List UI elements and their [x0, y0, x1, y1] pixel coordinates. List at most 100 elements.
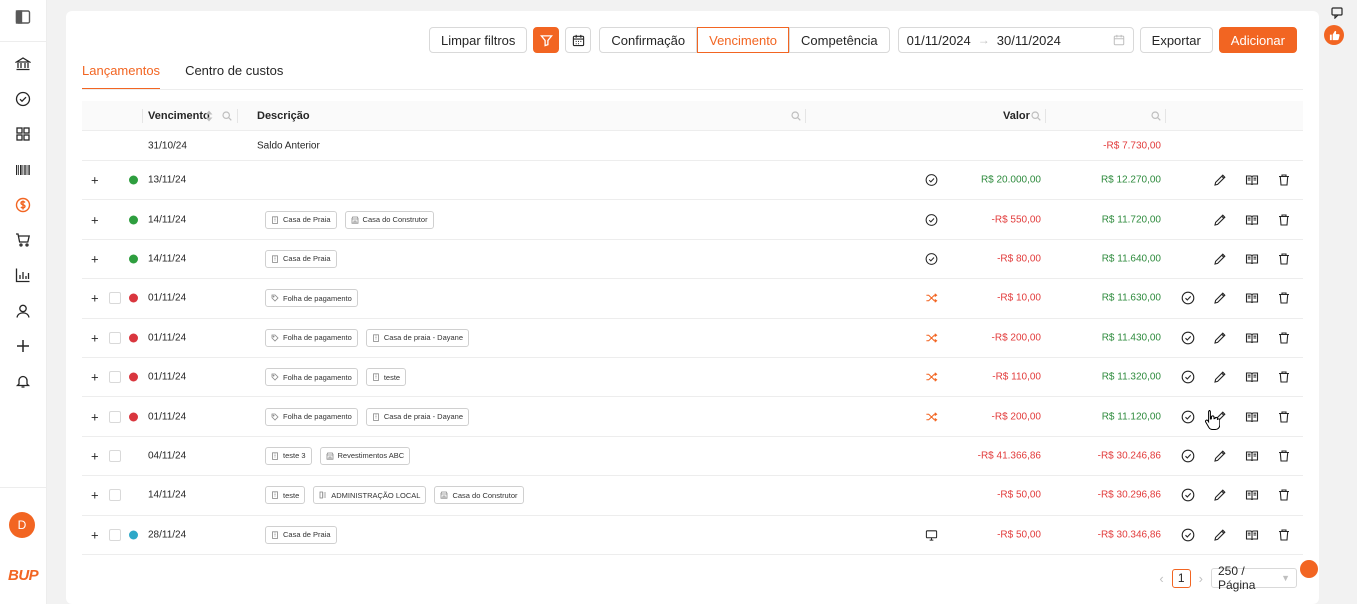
expand-row-icon[interactable]: +	[91, 212, 99, 227]
search-icon[interactable]	[1031, 110, 1041, 121]
header-descricao[interactable]: Descrição	[257, 110, 310, 122]
confirm-icon[interactable]	[1181, 449, 1195, 463]
row-checkbox[interactable]	[109, 528, 121, 541]
next-page-icon[interactable]: ›	[1199, 571, 1203, 586]
export-button[interactable]: Exportar	[1139, 27, 1213, 53]
avatar[interactable]: D	[9, 512, 35, 538]
confirm-icon[interactable]	[1181, 291, 1195, 305]
clear-filters-button[interactable]: Limpar filtros	[428, 27, 528, 53]
book-icon[interactable]	[1245, 410, 1259, 424]
edit-icon[interactable]	[1213, 528, 1227, 542]
monitor-icon[interactable]	[925, 528, 938, 541]
book-icon[interactable]	[1245, 488, 1259, 502]
edit-icon[interactable]	[1213, 370, 1227, 384]
add-button[interactable]: Adicionar	[1218, 27, 1297, 53]
header-valor[interactable]: Valor	[1003, 110, 1030, 122]
row-checkbox[interactable]	[109, 449, 121, 462]
edit-icon[interactable]	[1213, 252, 1227, 266]
book-icon[interactable]	[1245, 213, 1259, 227]
edit-icon[interactable]	[1213, 291, 1227, 305]
book-icon[interactable]	[1245, 291, 1259, 305]
mode-vencimento-button[interactable]: Vencimento	[697, 27, 790, 53]
like-icon[interactable]	[1324, 25, 1344, 45]
trash-icon[interactable]	[1277, 252, 1291, 266]
trash-icon[interactable]	[1277, 410, 1291, 424]
book-icon[interactable]	[1245, 252, 1259, 266]
edit-icon[interactable]	[1213, 173, 1227, 187]
row-checkbox[interactable]	[109, 410, 121, 423]
filter-button[interactable]	[533, 27, 560, 53]
row-checkbox[interactable]	[109, 489, 121, 502]
feedback-icon[interactable]	[1330, 6, 1344, 20]
expand-row-icon[interactable]: +	[91, 330, 99, 345]
row-checkbox[interactable]	[109, 331, 121, 344]
edit-icon[interactable]	[1213, 488, 1227, 502]
shuffle-icon[interactable]	[925, 331, 938, 344]
chat-fab[interactable]	[1300, 560, 1318, 578]
row-checkbox[interactable]	[109, 371, 121, 384]
status-check-icon[interactable]	[925, 252, 938, 265]
edit-icon[interactable]	[1213, 449, 1227, 463]
mode-competencia-button[interactable]: Competência	[789, 27, 890, 53]
table-row[interactable]: +28/11/24 Casa de Praia -R$ 50,00 -R$ 30.34…	[82, 516, 1303, 555]
date-start[interactable]: 01/11/2024	[907, 33, 971, 48]
confirm-icon[interactable]	[1181, 331, 1195, 345]
date-range-picker[interactable]: 01/11/2024 → 30/11/2024	[897, 27, 1134, 53]
trash-icon[interactable]	[1277, 449, 1291, 463]
confirm-icon[interactable]	[1181, 488, 1195, 502]
table-row[interactable]: +04/11/24 teste 3 Revestimentos ABC -R$ 41.…	[82, 437, 1303, 477]
search-icon[interactable]	[1151, 110, 1161, 121]
book-icon[interactable]	[1245, 370, 1259, 384]
expand-row-icon[interactable]: +	[91, 173, 99, 188]
shuffle-icon[interactable]	[925, 292, 938, 305]
expand-row-icon[interactable]: +	[91, 370, 99, 385]
bell-icon[interactable]	[11, 369, 35, 393]
table-row[interactable]: +14/11/24 Casa de Praia -R$ 80,00 R$ 11.640…	[82, 240, 1303, 280]
bar-chart-icon[interactable]	[11, 263, 35, 287]
prev-page-icon[interactable]: ‹	[1159, 571, 1163, 586]
search-icon[interactable]	[222, 110, 232, 121]
table-row[interactable]: +14/11/24 Casa de Praia Casa do Construtor…	[82, 200, 1303, 240]
trash-icon[interactable]	[1277, 213, 1291, 227]
table-row[interactable]: +01/11/24 Folha de pagamento teste -R$ 110,…	[82, 358, 1303, 398]
calendar-view-button[interactable]	[565, 27, 592, 53]
shuffle-icon[interactable]	[925, 410, 938, 423]
plus-icon[interactable]	[11, 334, 35, 358]
book-icon[interactable]	[1245, 173, 1259, 187]
edit-icon[interactable]	[1213, 213, 1227, 227]
tab-lancamentos[interactable]: Lançamentos	[82, 63, 161, 90]
expand-row-icon[interactable]: +	[91, 488, 99, 503]
trash-icon[interactable]	[1277, 370, 1291, 384]
confirm-icon[interactable]	[1181, 528, 1195, 542]
trash-icon[interactable]	[1277, 173, 1291, 187]
cart-icon[interactable]	[11, 228, 35, 252]
header-vencimento[interactable]: Vencimento	[148, 110, 210, 122]
page-size-select[interactable]: 250 / Página ▼	[1211, 564, 1297, 592]
table-row[interactable]: +01/11/24 Folha de pagamento Casa de praia…	[82, 397, 1303, 437]
bank-icon[interactable]	[11, 52, 35, 76]
confirm-icon[interactable]	[1181, 370, 1195, 384]
search-icon[interactable]	[791, 110, 801, 121]
mode-confirmacao-button[interactable]: Confirmação	[599, 27, 698, 53]
expand-row-icon[interactable]: +	[91, 409, 99, 424]
table-row[interactable]: +01/11/24 Folha de pagamento Casa de praia…	[82, 319, 1303, 358]
confirm-icon[interactable]	[1181, 410, 1195, 424]
date-end[interactable]: 30/11/2024	[997, 33, 1061, 48]
row-checkbox[interactable]	[109, 292, 121, 305]
status-check-icon[interactable]	[925, 174, 938, 187]
table-row[interactable]: +13/11/24 R$ 20.000,00 R$ 12.270,00	[82, 161, 1303, 201]
book-icon[interactable]	[1245, 331, 1259, 345]
status-check-icon[interactable]	[925, 213, 938, 226]
trash-icon[interactable]	[1277, 291, 1291, 305]
page-number[interactable]: 1	[1171, 568, 1191, 588]
table-row[interactable]: +01/11/24 Folha de pagamento -R$ 10,00 R$ 1…	[82, 279, 1303, 319]
tab-centro-de-custos[interactable]: Centro de custos	[185, 63, 283, 90]
book-icon[interactable]	[1245, 449, 1259, 463]
expand-row-icon[interactable]: +	[91, 291, 99, 306]
sort-icon[interactable]	[205, 110, 213, 121]
dollar-circle-icon[interactable]	[11, 193, 35, 217]
grid-icon[interactable]	[11, 122, 35, 146]
user-icon[interactable]	[11, 299, 35, 323]
sidebar-toggle-icon[interactable]	[11, 5, 35, 29]
expand-row-icon[interactable]: +	[91, 448, 99, 463]
